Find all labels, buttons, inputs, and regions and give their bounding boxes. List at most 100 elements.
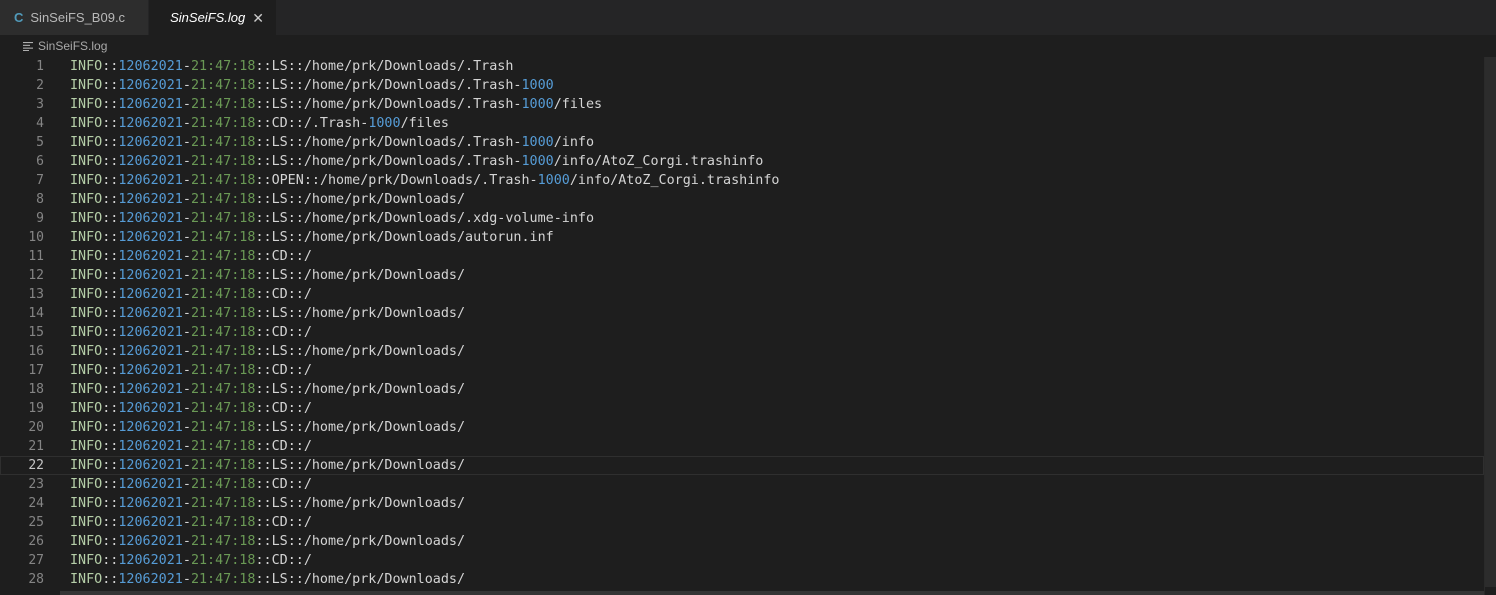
code-line[interactable]: 2 INFO::12062021-21:47:18::LS::/home/prk/…	[0, 76, 1484, 95]
tab-sinseifs-log[interactable]: SinSeiFS.log ✕	[149, 0, 276, 35]
code-line[interactable]: 24 INFO::12062021-21:47:18::LS::/home/prk…	[0, 494, 1484, 513]
separator: ::	[102, 325, 119, 340]
line-text: INFO::12062021-21:47:18::LS::/home/prk/D…	[70, 133, 594, 152]
separator: ::	[255, 439, 272, 454]
code-line[interactable]: 1 INFO::12062021-21:47:18::LS::/home/prk/…	[0, 57, 1484, 76]
log-time: 21:47:18	[190, 116, 256, 131]
vertical-scrollbar[interactable]	[1484, 57, 1496, 595]
log-date: 12062021	[118, 268, 183, 283]
log-level: INFO	[70, 192, 103, 207]
code-line[interactable]: 11 INFO::12062021-21:47:18::CD::/	[0, 247, 1484, 266]
code-line[interactable]: 15 INFO::12062021-21:47:18::CD::/	[0, 323, 1484, 342]
log-argument: /	[303, 439, 312, 454]
separator: -	[182, 287, 191, 302]
code-line[interactable]: 18 INFO::12062021-21:47:18::LS::/home/prk…	[0, 380, 1484, 399]
log-argument: /home/prk/Downloads/	[303, 192, 466, 207]
code-line[interactable]: 22 INFO::12062021-21:47:18::LS::/home/prk…	[0, 456, 1484, 475]
log-date: 12062021	[118, 553, 183, 568]
log-time: 21:47:18	[190, 230, 256, 245]
line-text: INFO::12062021-21:47:18::LS::/home/prk/D…	[70, 456, 465, 475]
separator: ::	[287, 363, 304, 378]
log-level: INFO	[70, 382, 103, 397]
separator: ::	[255, 458, 272, 473]
separator: ::	[255, 553, 272, 568]
close-icon[interactable]: ✕	[252, 11, 264, 25]
log-operation: CD	[271, 553, 288, 568]
log-date: 12062021	[118, 97, 183, 112]
separator: ::	[102, 287, 119, 302]
log-argument: /	[303, 515, 312, 530]
log-file-icon	[23, 42, 33, 51]
log-time: 21:47:18	[190, 192, 256, 207]
separator: ::	[255, 534, 272, 549]
log-time: 21:47:18	[190, 496, 256, 511]
separator: ::	[102, 306, 119, 321]
code-line[interactable]: 7 INFO::12062021-21:47:18::OPEN::/home/pr…	[0, 171, 1484, 190]
log-level: INFO	[70, 135, 103, 150]
separator: ::	[255, 572, 272, 587]
log-level: INFO	[70, 116, 103, 131]
tab-label: SinSeiFS_B09.c	[30, 10, 126, 25]
log-argument: /	[303, 287, 312, 302]
separator: ::	[255, 515, 272, 530]
breadcrumb-file[interactable]: SinSeiFS.log	[38, 39, 107, 53]
code-line[interactable]: 8 INFO::12062021-21:47:18::LS::/home/prk/…	[0, 190, 1484, 209]
separator: ::	[287, 496, 304, 511]
code-line[interactable]: 6 INFO::12062021-21:47:18::LS::/home/prk/…	[0, 152, 1484, 171]
code-line[interactable]: 16 INFO::12062021-21:47:18::LS::/home/prk…	[0, 342, 1484, 361]
log-level: INFO	[70, 78, 103, 93]
code-line[interactable]: 26 INFO::12062021-21:47:18::LS::/home/prk…	[0, 532, 1484, 551]
code-line[interactable]: 28 INFO::12062021-21:47:18::LS::/home/prk…	[0, 570, 1484, 589]
code-line[interactable]: 4 INFO::12062021-21:47:18::CD::/.Trash-10…	[0, 114, 1484, 133]
log-level: INFO	[70, 477, 103, 492]
code-line[interactable]: 23 INFO::12062021-21:47:18::CD::/	[0, 475, 1484, 494]
line-text: INFO::12062021-21:47:18::LS::/home/prk/D…	[70, 418, 465, 437]
separator: -	[182, 306, 191, 321]
separator: -	[182, 344, 191, 359]
log-level: INFO	[70, 534, 103, 549]
line-number: 23	[28, 477, 44, 492]
code-line[interactable]: 27 INFO::12062021-21:47:18::CD::/	[0, 551, 1484, 570]
code-line[interactable]: 19 INFO::12062021-21:47:18::CD::/	[0, 399, 1484, 418]
log-date: 12062021	[118, 78, 183, 93]
code-line[interactable]: 9 INFO::12062021-21:47:18::LS::/home/prk/…	[0, 209, 1484, 228]
separator: ::	[102, 59, 119, 74]
log-operation: LS	[271, 534, 288, 549]
tab-label: SinSeiFS.log	[170, 10, 246, 25]
log-level: INFO	[70, 401, 103, 416]
separator: -	[182, 572, 191, 587]
log-date: 12062021	[118, 401, 183, 416]
log-time: 21:47:18	[190, 97, 256, 112]
code-line[interactable]: 20 INFO::12062021-21:47:18::LS::/home/prk…	[0, 418, 1484, 437]
log-operation: CD	[271, 249, 288, 264]
log-level: INFO	[70, 458, 103, 473]
editor[interactable]: 1 INFO::12062021-21:47:18::LS::/home/prk/…	[0, 57, 1484, 595]
code-line[interactable]: 12 INFO::12062021-21:47:18::LS::/home/prk…	[0, 266, 1484, 285]
scrollbar-thumb[interactable]	[1485, 57, 1496, 587]
code-line[interactable]: 3 INFO::12062021-21:47:18::LS::/home/prk/…	[0, 95, 1484, 114]
separator: ::	[255, 496, 272, 511]
line-number: 24	[28, 496, 44, 511]
code-line[interactable]: 5 INFO::12062021-21:47:18::LS::/home/prk/…	[0, 133, 1484, 152]
log-operation: CD	[271, 287, 288, 302]
separator: -	[182, 496, 191, 511]
code-line[interactable]: 10 INFO::12062021-21:47:18::LS::/home/prk…	[0, 228, 1484, 247]
log-date: 12062021	[118, 249, 183, 264]
code-line[interactable]: 13 INFO::12062021-21:47:18::CD::/	[0, 285, 1484, 304]
code-line[interactable]: 17 INFO::12062021-21:47:18::CD::/	[0, 361, 1484, 380]
code-line[interactable]: 25 INFO::12062021-21:47:18::CD::/	[0, 513, 1484, 532]
horizontal-scrollbar[interactable]	[60, 591, 1484, 595]
separator: ::	[102, 496, 119, 511]
log-time: 21:47:18	[190, 135, 256, 150]
code-line[interactable]: 14 INFO::12062021-21:47:18::LS::/home/prk…	[0, 304, 1484, 323]
separator: ::	[255, 268, 272, 283]
separator: -	[182, 439, 191, 454]
log-date: 12062021	[118, 572, 183, 587]
separator: ::	[287, 59, 304, 74]
line-text: INFO::12062021-21:47:18::CD::/	[70, 247, 312, 266]
line-number: 17	[28, 363, 44, 378]
code-line[interactable]: 21 INFO::12062021-21:47:18::CD::/	[0, 437, 1484, 456]
log-time: 21:47:18	[190, 439, 256, 454]
tab-sinseifs-b09-c[interactable]: C SinSeiFS_B09.c	[0, 0, 149, 35]
line-number: 10	[28, 230, 44, 245]
